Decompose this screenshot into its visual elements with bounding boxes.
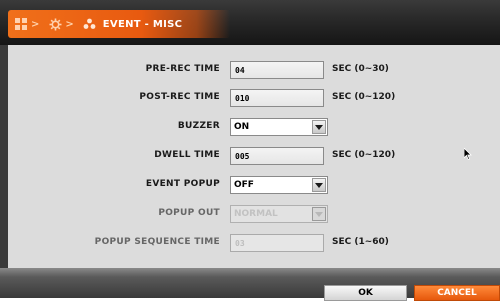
event-popup-label: EVENT POPUP [145, 179, 220, 189]
post-rec-time-row: POST-REC TIME 010 SEC (0~120) [8, 89, 500, 109]
post-rec-time-input[interactable]: 010 [230, 89, 324, 107]
popup-sequence-time-unit: SEC (1~60) [332, 237, 389, 247]
pre-rec-time-label: PRE-REC TIME [145, 64, 220, 74]
pre-rec-time-row: PRE-REC TIME 04 SEC (0~30) [8, 61, 500, 81]
popup-out-value: NORMAL [234, 209, 278, 219]
chevron-down-icon [312, 207, 326, 221]
post-rec-time-label: POST-REC TIME [139, 92, 220, 102]
popup-sequence-time-label: POPUP SEQUENCE TIME [94, 237, 220, 247]
event-misc-window: > > EVENT - MISC PRE-REC TIME 04 SEC (0~… [0, 0, 500, 301]
breadcrumb-separator: > [65, 18, 74, 30]
buzzer-value: ON [234, 122, 250, 132]
dwell-time-label: DWELL TIME [154, 150, 220, 160]
dwell-time-unit: SEC (0~120) [332, 150, 396, 160]
popup-sequence-time-input: 03 [230, 234, 324, 252]
chevron-down-icon[interactable] [312, 178, 326, 192]
dwell-time-row: DWELL TIME 005 SEC (0~120) [8, 147, 500, 167]
buzzer-select[interactable]: ON [230, 118, 328, 136]
post-rec-time-unit: SEC (0~120) [332, 92, 396, 102]
grid-icon[interactable] [14, 17, 28, 31]
buzzer-label: BUZZER [177, 121, 220, 131]
settings-panel: PRE-REC TIME 04 SEC (0~30) POST-REC TIME… [8, 45, 500, 268]
pre-rec-time-input[interactable]: 04 [230, 61, 324, 79]
mouse-pointer-icon [463, 145, 472, 164]
popup-out-row: POPUP OUT NORMAL [8, 205, 500, 225]
popup-out-label: POPUP OUT [158, 208, 220, 218]
dwell-time-input[interactable]: 005 [230, 147, 324, 165]
page-title: EVENT - MISC [102, 18, 183, 30]
event-popup-select[interactable]: OFF [230, 176, 328, 194]
chevron-down-icon[interactable] [312, 120, 326, 134]
popup-sequence-time-row: POPUP SEQUENCE TIME 03 SEC (1~60) [8, 234, 500, 254]
title-bar: > > EVENT - MISC [0, 0, 500, 46]
window-frame [0, 45, 8, 268]
event-icon[interactable] [83, 17, 97, 31]
popup-out-select: NORMAL [230, 205, 328, 223]
buzzer-row: BUZZER ON [8, 118, 500, 138]
breadcrumb-separator: > [31, 18, 40, 30]
pre-rec-time-unit: SEC (0~30) [332, 64, 389, 74]
gear-icon[interactable] [48, 17, 62, 31]
breadcrumb: > > EVENT - MISC [8, 10, 230, 38]
ok-button[interactable]: OK [324, 285, 407, 301]
cancel-button[interactable]: CANCEL [414, 285, 500, 301]
event-popup-row: EVENT POPUP OFF [8, 176, 500, 196]
event-popup-value: OFF [234, 180, 254, 190]
